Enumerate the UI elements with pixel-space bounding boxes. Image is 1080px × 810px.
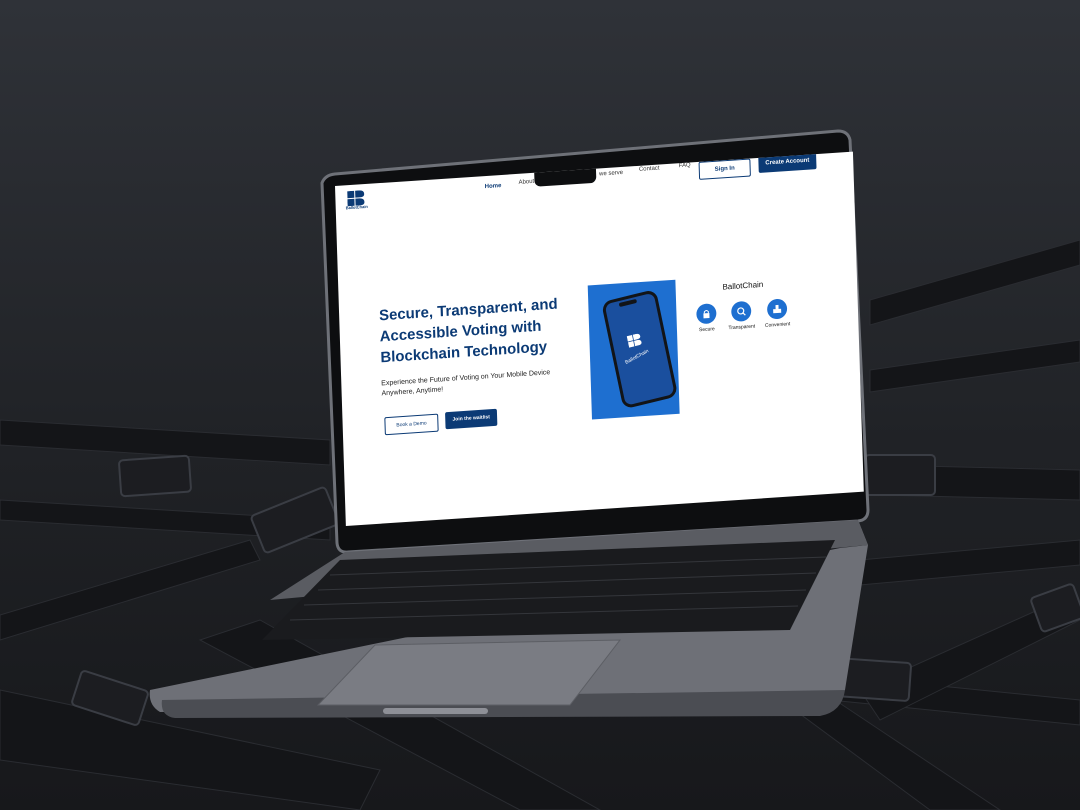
nav-contact[interactable]: Contact xyxy=(639,166,660,173)
feature-label: Convenient xyxy=(764,321,791,329)
buckle-left-upper xyxy=(118,454,192,498)
phone-logo-icon xyxy=(626,333,642,348)
phone-mockup: BallotChain xyxy=(601,288,679,410)
phone-image: BallotChain xyxy=(587,279,680,420)
strap-right-mid xyxy=(869,339,1080,393)
lock-icon xyxy=(696,303,717,325)
hero-headline: Secure, Transparent, and Accessible Voti… xyxy=(378,295,558,367)
lid-notch-front xyxy=(383,708,488,714)
join-waitlist-button[interactable]: Join the waitlist xyxy=(445,408,498,430)
sign-in-button[interactable]: Sign In xyxy=(698,158,751,180)
strap-right-upper xyxy=(869,239,1080,326)
laptop-mockup-scene: BallotChain Home About Us we serve Conta… xyxy=(0,0,1080,810)
book-demo-button[interactable]: Book a Demo xyxy=(384,413,439,436)
buckle-left-middle xyxy=(250,486,340,554)
strap-right-lower xyxy=(859,539,1080,586)
buckle-right xyxy=(864,454,936,496)
logo-label: BallotChain xyxy=(345,203,368,211)
website-screen: BallotChain Home About Us we serve Conta… xyxy=(335,151,864,526)
hero-subtitle: Experience the Future of Voting on Your … xyxy=(381,369,551,398)
phone-notch xyxy=(618,298,638,308)
phone-brand-label: BallotChain xyxy=(624,348,650,366)
magnify-icon xyxy=(730,300,752,323)
nav-home[interactable]: Home xyxy=(485,183,502,190)
feature-convenient: Convenient xyxy=(752,297,803,329)
nav-we-serve[interactable]: we serve xyxy=(599,170,623,178)
nav-faq[interactable]: FAQ xyxy=(679,162,691,169)
features-title: BallotChain xyxy=(722,279,764,292)
ballot-box-icon xyxy=(766,298,788,320)
strap-left-diag xyxy=(0,539,261,641)
